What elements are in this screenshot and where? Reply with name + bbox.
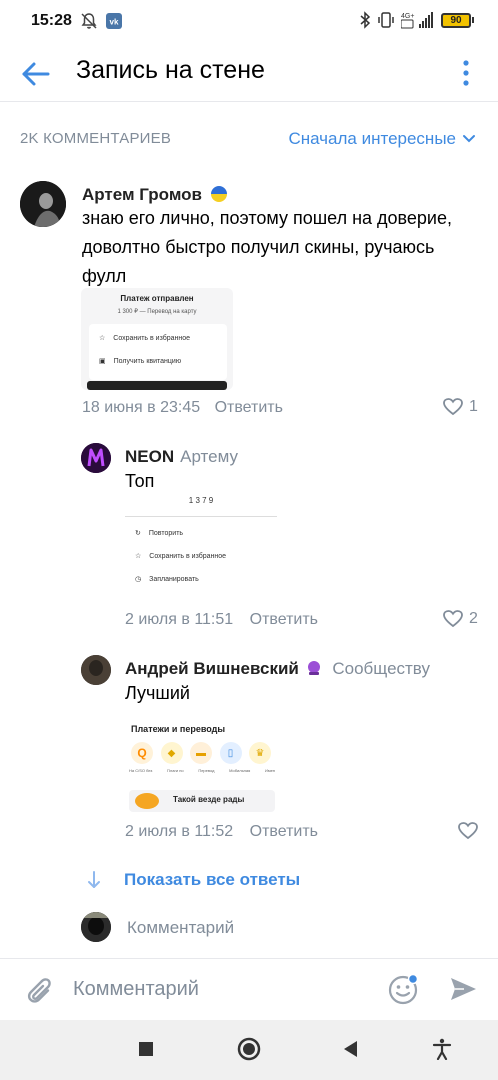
reply-target: Артему	[180, 447, 238, 466]
comment-attachment-image[interactable]: Платежи и переводы Q ◆ ▬ ▯ ♛ На C/SO без…	[125, 712, 277, 814]
system-nav-bar	[0, 1020, 498, 1080]
page-title: Запись на стене	[76, 56, 265, 84]
inline-comment-placeholder: Комментарий	[127, 918, 235, 937]
status-bar: 15:28 vk 4G+ 90	[0, 0, 498, 44]
vibrate-icon	[378, 12, 394, 28]
comment-author[interactable]: Андрей Вишневский Сообществу	[125, 659, 430, 679]
send-icon[interactable]	[448, 975, 478, 1003]
comment-input[interactable]: Комментарий	[73, 978, 199, 1001]
phone-icon: ▯	[219, 742, 242, 764]
comment-time: 2 июля в 11:51	[125, 611, 234, 628]
comment-text: Топ	[125, 471, 155, 491]
comment-meta: 2 июля в 11:52 Ответить	[125, 823, 318, 841]
card-icon: ▬	[190, 742, 212, 764]
status-time: 15:28	[31, 12, 72, 29]
comment-time: 18 июня в 23:45	[82, 399, 201, 416]
receipt-icon: ▣	[99, 358, 106, 365]
heart-icon	[443, 398, 463, 416]
comment-text: знаю его лично, поэтому пошел на доверие…	[82, 208, 452, 286]
like-count: 1	[469, 398, 478, 415]
like-button[interactable]: 2	[443, 610, 478, 628]
comment-attachment-image[interactable]: 1 3 7 9 ↻ Повторить ☆ Сохранить в избранно…	[125, 496, 277, 602]
accessibility-icon[interactable]	[432, 1038, 452, 1060]
svg-text:vk: vk	[110, 18, 119, 27]
attachment-row: ◷ Запланировать	[135, 575, 199, 584]
like-button[interactable]: 1	[443, 398, 478, 416]
comment-meta: 2 июля в 11:51 Ответить	[125, 611, 318, 629]
own-avatar	[81, 912, 111, 942]
back-triangle-icon[interactable]	[342, 1038, 358, 1060]
heart-icon	[458, 822, 478, 840]
chevron-down-icon	[463, 135, 475, 143]
comment-author[interactable]: Артем Громов	[82, 185, 228, 205]
comment-text: Лучший	[125, 683, 190, 703]
battery-level: 90	[450, 14, 462, 26]
vk-app-icon: vk	[106, 13, 122, 29]
avatar[interactable]	[81, 655, 111, 685]
reply-button[interactable]: Ответить	[250, 823, 318, 840]
show-all-replies-button[interactable]: Показать все ответы	[86, 870, 300, 890]
star-icon: ☆	[135, 553, 142, 560]
attachment-subtitle: 1 300 ₽ — Перевод на карту	[117, 309, 197, 315]
home-circle-icon[interactable]	[237, 1037, 261, 1061]
like-button[interactable]	[458, 822, 478, 840]
tag-icon: ◆	[160, 742, 183, 764]
inline-comment-field[interactable]: Комментарий	[0, 910, 498, 950]
comments-count: 2K КОММЕНТАРИЕВ	[20, 130, 172, 147]
banner-sun-icon	[135, 793, 159, 809]
back-arrow-icon[interactable]	[18, 56, 54, 92]
avatar[interactable]	[81, 443, 111, 473]
reply-target: Сообществу	[332, 659, 430, 678]
comment-author[interactable]: NEON Артему	[125, 447, 238, 467]
star-icon: ☆	[99, 335, 106, 342]
heart-icon	[443, 610, 463, 628]
reply-button[interactable]: Ответить	[215, 399, 283, 416]
comment-meta: 18 июня в 23:45 Ответить	[82, 399, 283, 417]
sort-dropdown[interactable]: Сначала интересные	[288, 129, 476, 149]
comments-bar: 2K КОММЕНТАРИЕВ Сначала интересные	[0, 120, 498, 156]
repeat-icon: ↻	[135, 530, 141, 537]
more-options-icon[interactable]	[456, 58, 476, 88]
comment-composer: Комментарий	[0, 958, 498, 1020]
attachment-title: Платеж отправлен	[120, 294, 194, 303]
attachment-row: ↻ Повторить	[135, 529, 184, 538]
banner-text: Такой везде рады	[173, 795, 245, 804]
recents-square-icon[interactable]	[138, 1038, 154, 1060]
network-label: 4G+	[401, 13, 414, 20]
arrow-down-icon	[88, 871, 100, 888]
signal-4g-icon: 4G+	[401, 12, 433, 29]
emoji-sticker-icon[interactable]	[388, 973, 420, 1005]
trophy-icon: ♛	[249, 742, 271, 764]
attachment-row: ☆ Сохранить в избранное	[135, 552, 227, 561]
comment-attachment-image[interactable]: Платеж отправлен 1 300 ₽ — Перевод на ка…	[81, 288, 233, 390]
attachment-row: ☆ Сохранить в избранное	[99, 334, 191, 343]
payment-q-icon: Q	[131, 742, 153, 764]
show-all-label: Показать все ответы	[124, 870, 301, 889]
comment-time: 2 июля в 11:52	[125, 823, 234, 840]
battery-icon: 90	[441, 12, 474, 28]
app-header: Запись на стене	[0, 44, 498, 102]
attachment-row: ▣ Получить квитанцию	[99, 357, 182, 366]
like-count: 2	[469, 610, 478, 627]
bluetooth-icon	[360, 11, 371, 29]
muted-bell-icon	[81, 13, 97, 29]
clock-icon: ◷	[135, 576, 142, 583]
crystal-ball-icon	[307, 661, 320, 675]
status-left-icons: vk	[80, 12, 122, 30]
avatar[interactable]	[20, 181, 66, 227]
paperclip-icon[interactable]	[22, 973, 52, 1007]
sort-label: Сначала интересные	[288, 129, 456, 148]
ukraine-flag-icon	[210, 186, 227, 202]
status-right-icons: 4G+ 90	[359, 11, 474, 29]
attachment-title: Платежи и переводы	[131, 724, 226, 734]
reply-button[interactable]: Ответить	[250, 611, 318, 628]
